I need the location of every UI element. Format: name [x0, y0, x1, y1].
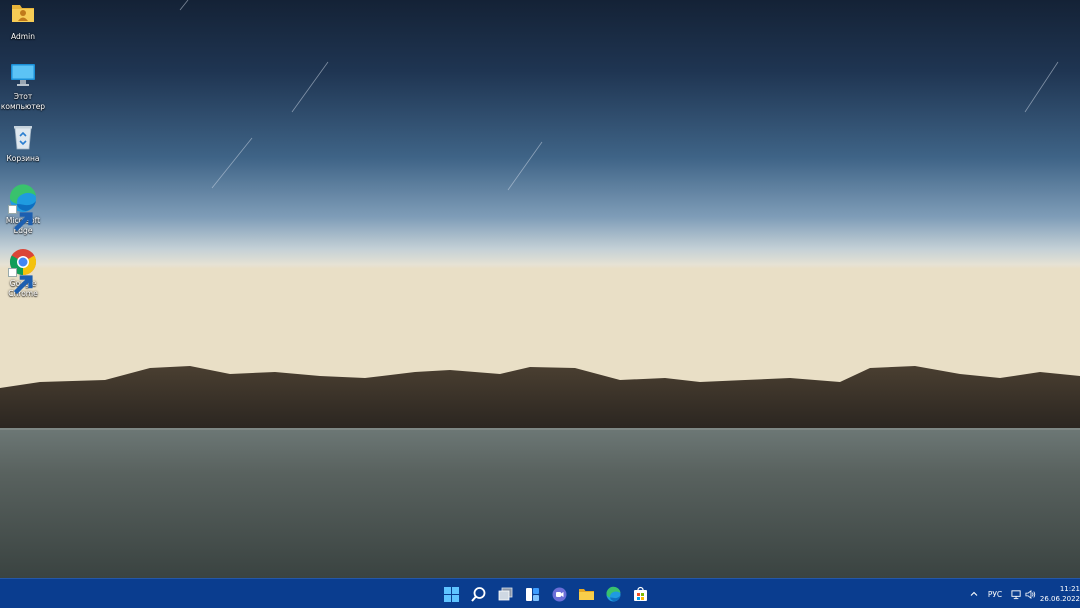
store-button[interactable] — [627, 580, 654, 608]
network-icon — [1010, 589, 1021, 599]
user-folder-icon — [8, 0, 38, 30]
edge-icon — [606, 586, 621, 601]
search-button[interactable] — [465, 580, 492, 608]
microsoft-store-icon — [634, 586, 647, 601]
widgets-button[interactable] — [519, 580, 546, 608]
taskbar: РУС 11:21 26.06.2022 — [0, 578, 1080, 608]
language-indicator[interactable]: РУС — [982, 580, 1008, 608]
volume-icon — [1025, 589, 1035, 599]
wallpaper — [0, 0, 1080, 578]
desktop-icon-chrome[interactable]: Google Chrome — [0, 247, 46, 299]
windows-start-icon — [444, 586, 459, 602]
widgets-icon — [526, 587, 539, 601]
task-view-button[interactable] — [492, 580, 519, 608]
desktop-icon-label: Этот компьютер — [0, 92, 46, 111]
clock-date: 26.06.2022 — [1039, 595, 1080, 603]
system-tray: РУС 11:21 26.06.2022 — [966, 579, 1080, 608]
desktop-icon-label: Admin — [11, 32, 35, 41]
show-hidden-icons-button[interactable] — [966, 580, 982, 608]
desktop[interactable]: Admin Этот компьютер Корзина Microsoft E… — [0, 0, 1080, 608]
chat-button[interactable] — [546, 580, 573, 608]
edge-icon — [8, 184, 38, 232]
desktop-icon-recycle-bin[interactable]: Корзина — [0, 122, 46, 164]
chevron-up-icon — [970, 591, 978, 596]
desktop-icon-this-pc[interactable]: Этот компьютер — [0, 60, 46, 112]
teams-chat-icon — [552, 587, 567, 601]
recycle-bin-icon — [8, 122, 38, 152]
clock[interactable]: 11:21 26.06.2022 — [1038, 580, 1080, 608]
chrome-icon — [8, 247, 38, 295]
shortcut-arrow-icon — [8, 205, 33, 232]
edge-taskbar-button[interactable] — [600, 580, 627, 608]
quick-settings-button[interactable] — [1008, 580, 1038, 608]
search-icon — [471, 586, 486, 602]
desktop-icon-edge[interactable]: Microsoft Edge — [0, 184, 46, 236]
desktop-icon-label: Корзина — [6, 154, 40, 163]
task-view-icon — [498, 587, 513, 600]
desktop-icon-admin[interactable]: Admin — [0, 0, 46, 42]
monitor-icon — [8, 60, 38, 90]
start-button[interactable] — [438, 580, 465, 608]
file-explorer-icon — [579, 588, 594, 600]
taskbar-pinned-apps — [438, 579, 654, 608]
file-explorer-button[interactable] — [573, 580, 600, 608]
clock-time: 11:21 — [1059, 585, 1080, 593]
shortcut-arrow-icon — [8, 268, 33, 295]
